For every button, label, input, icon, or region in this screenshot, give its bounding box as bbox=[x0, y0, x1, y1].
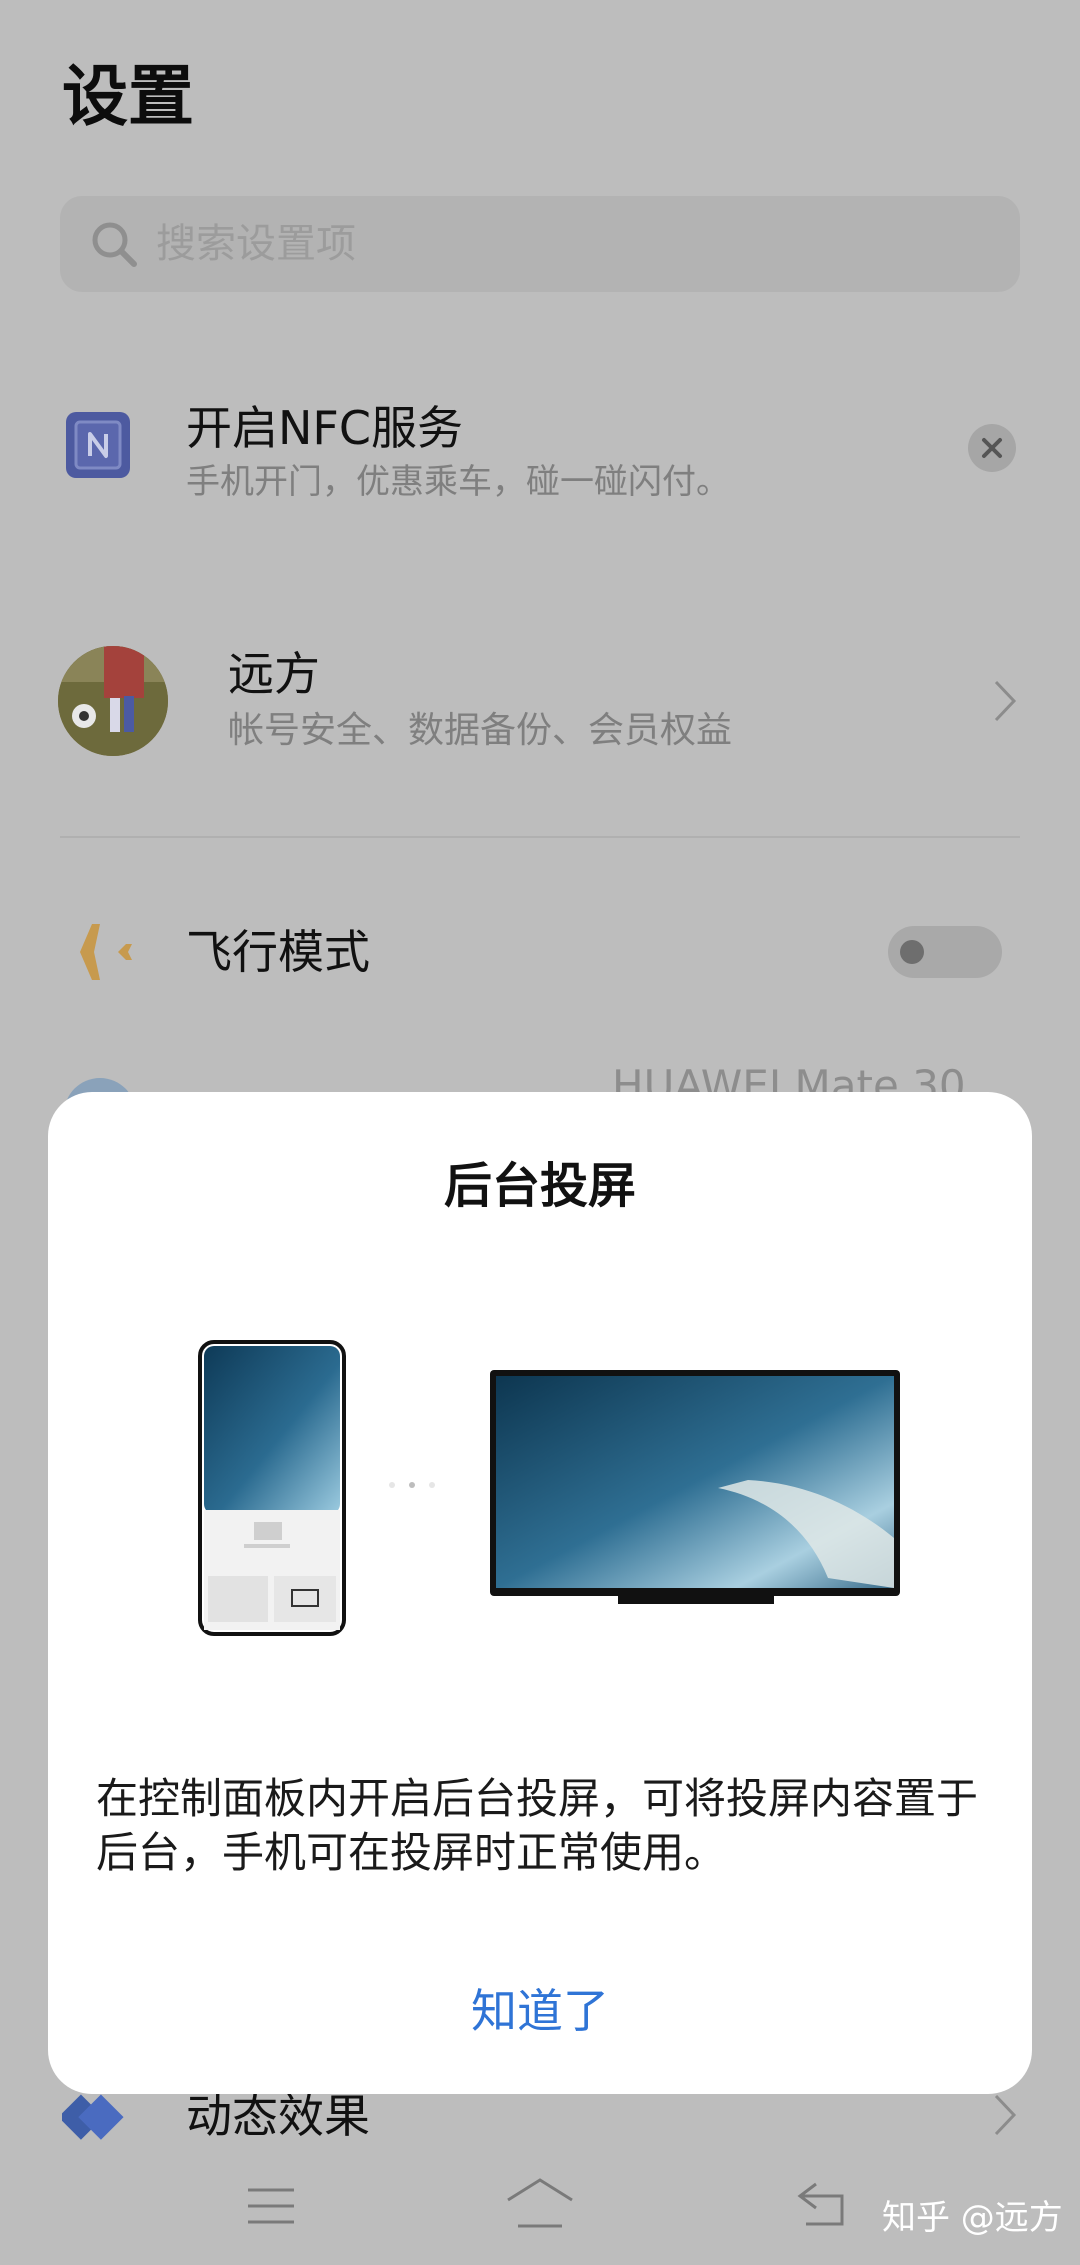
home-icon[interactable] bbox=[504, 2176, 576, 2232]
connection-dots bbox=[389, 1482, 435, 1488]
airplane-mode-toggle[interactable] bbox=[888, 926, 1002, 978]
dialog-body: 在控制面板内开启后台投屏，可将投屏内容置于后台，手机可在投屏时正常使用。 bbox=[96, 1774, 979, 1877]
dialog: 后台投屏 在控制面板内开启后台投屏，可将投屏内容置于后台，手机可在投屏时正常使用… bbox=[48, 1092, 1032, 2094]
toggle-knob bbox=[900, 940, 924, 964]
animation-icon bbox=[62, 2094, 124, 2140]
nfc-card-subtitle: 手机开门，优惠乘车，碰一碰闪付。 bbox=[186, 462, 730, 502]
watermark: 知乎 @远方 bbox=[882, 2198, 1063, 2238]
search-input[interactable]: 搜索设置项 bbox=[60, 196, 1020, 292]
dialog-title: 后台投屏 bbox=[443, 1158, 636, 1214]
search-placeholder: 搜索设置项 bbox=[156, 221, 356, 267]
avatar[interactable] bbox=[58, 646, 168, 756]
close-icon[interactable] bbox=[968, 424, 1016, 472]
search-icon bbox=[92, 222, 137, 267]
nfc-icon bbox=[66, 412, 130, 478]
chevron-right-icon bbox=[994, 680, 1017, 722]
account-name[interactable]: 远方 bbox=[228, 644, 320, 704]
phone-illustration bbox=[198, 1340, 346, 1636]
page-title: 设置 bbox=[62, 58, 194, 135]
divider bbox=[60, 836, 1020, 838]
nfc-card-title[interactable]: 开启NFC服务 bbox=[186, 398, 463, 458]
airplane-icon bbox=[64, 924, 132, 980]
chevron-right-icon bbox=[994, 2094, 1017, 2136]
animation-label[interactable]: 动态效果 bbox=[186, 2086, 370, 2146]
airplane-mode-label: 飞行模式 bbox=[186, 925, 370, 979]
account-subtitle: 帐号安全、数据备份、会员权益 bbox=[228, 710, 733, 751]
got-it-button[interactable]: 知道了 bbox=[48, 1980, 1032, 2042]
menu-icon[interactable] bbox=[246, 2186, 296, 2226]
tv-illustration bbox=[490, 1370, 900, 1604]
back-icon[interactable] bbox=[796, 2180, 850, 2228]
